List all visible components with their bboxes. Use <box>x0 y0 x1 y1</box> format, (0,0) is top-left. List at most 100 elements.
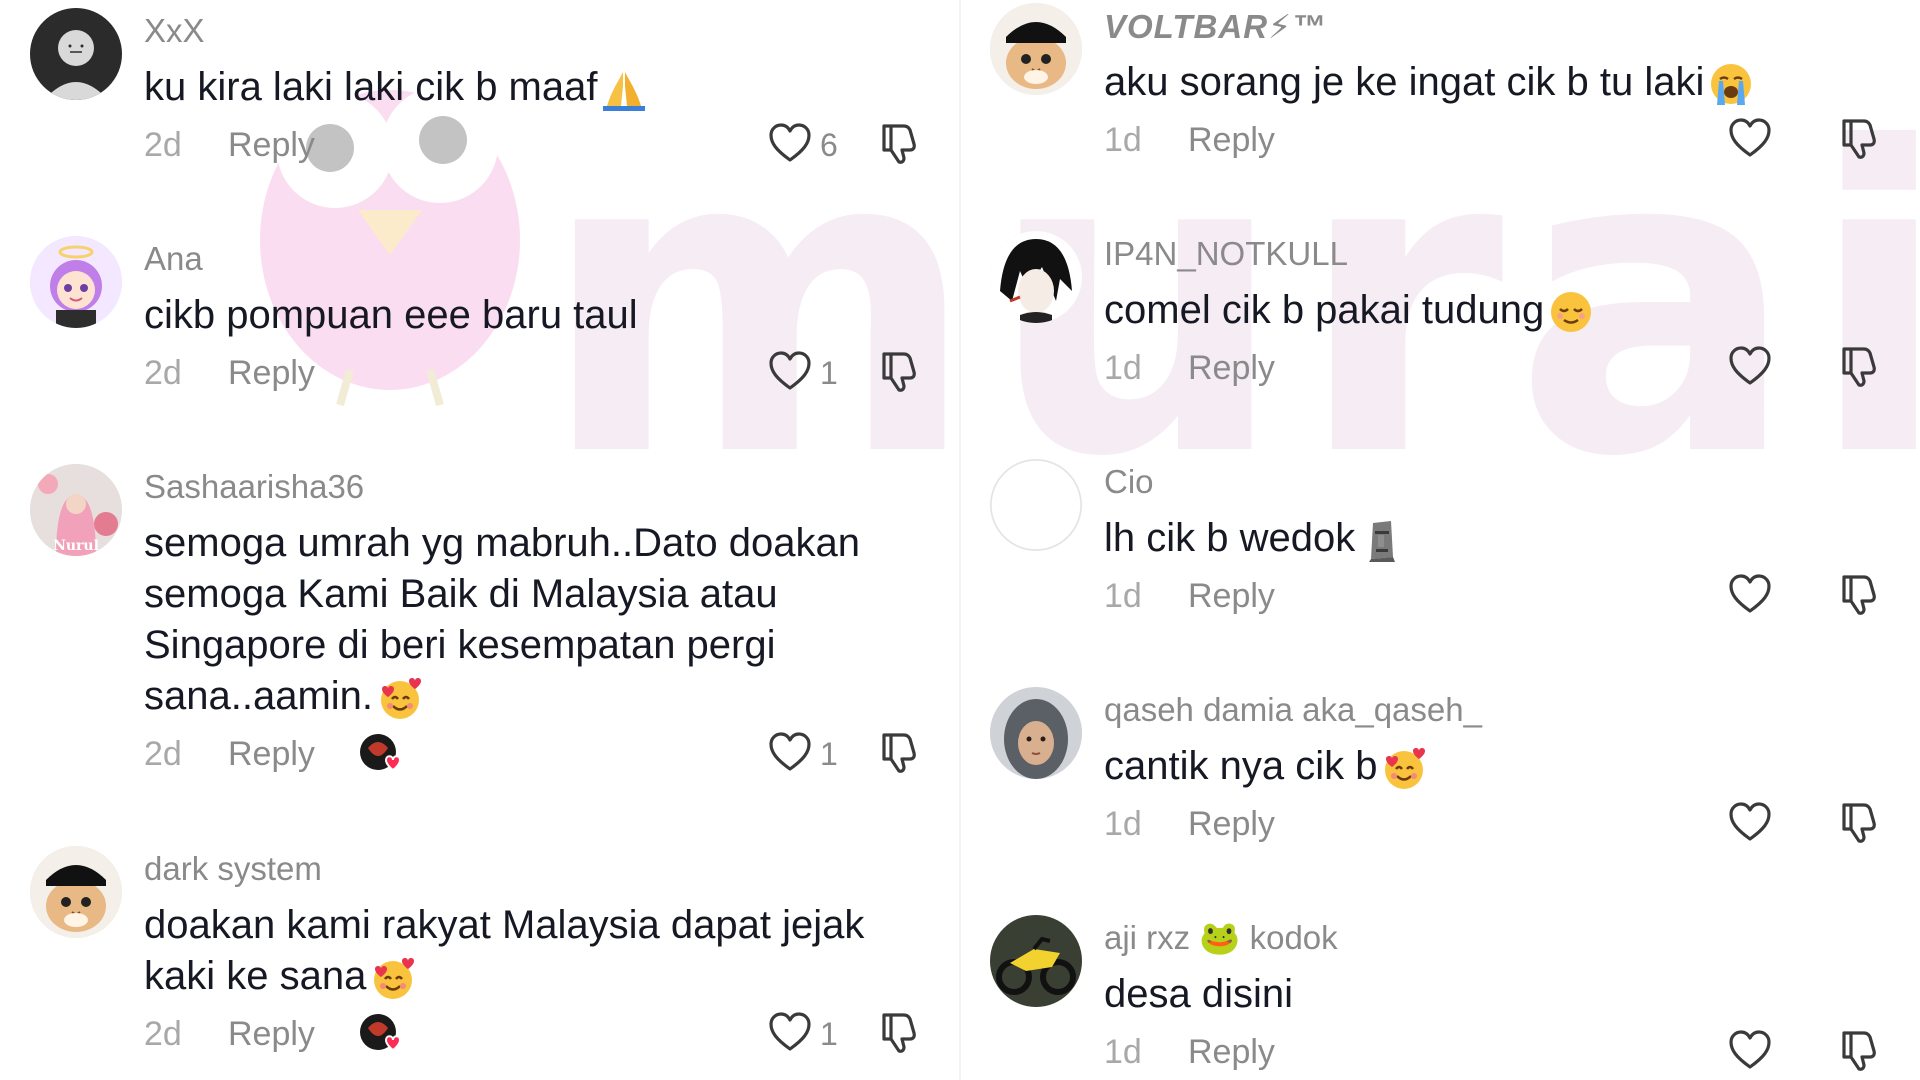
comment-username[interactable]: Sashaarisha36 <box>144 468 364 506</box>
heart-icon <box>1728 1029 1772 1075</box>
right-comment-column: VOLTBAR⚡™ aku sorang je ke ingat cik b tu… <box>960 0 1920 1080</box>
comment-date: 1d <box>1104 804 1142 843</box>
comment-date: 2d <box>144 125 182 164</box>
like-count: 1 <box>820 735 838 772</box>
like-button[interactable] <box>1728 571 1800 621</box>
dislike-button[interactable] <box>1836 115 1880 165</box>
heart-icon <box>1728 573 1772 619</box>
comment-text-content: comel cik b pakai tudung <box>1104 288 1545 332</box>
reply-button[interactable]: Reply <box>1188 805 1275 844</box>
anime-girl-avatar[interactable] <box>30 236 122 328</box>
reply-button[interactable]: Reply <box>1188 121 1275 160</box>
comment-text: semoga umrah yg mabruh..Dato doakan semo… <box>144 518 904 722</box>
thumbs-down-icon <box>1838 117 1878 164</box>
dislike-button[interactable] <box>1836 799 1880 849</box>
comment-date: 2d <box>144 734 182 773</box>
hijab-avatar[interactable]: Nurul <box>30 464 122 556</box>
reply-button[interactable]: Reply <box>1188 1033 1275 1072</box>
thumbs-down-icon <box>878 350 918 397</box>
comment-text: cantik nya cik b <box>1104 741 1864 792</box>
comment-date: 1d <box>1104 348 1142 387</box>
comment-meta: 1d Reply <box>1104 1027 1275 1077</box>
girl-photo-avatar[interactable] <box>990 687 1082 779</box>
relieved-face-icon <box>1548 289 1594 335</box>
comment-meta: 2d Reply <box>144 348 315 398</box>
comment-username[interactable]: qaseh damia aka_qaseh_ <box>1104 691 1482 729</box>
comment-text: aku sorang je ke ingat cik b tu laki <box>1104 57 1864 108</box>
like-button[interactable] <box>1728 343 1800 393</box>
like-button[interactable] <box>1728 799 1800 849</box>
comment-text-content: cantik nya cik b <box>1104 744 1378 788</box>
comment-meta: 1d Reply <box>1104 799 1275 849</box>
reply-button[interactable]: Reply <box>1188 349 1275 388</box>
dislike-button[interactable] <box>1836 571 1880 621</box>
creator-liked-icon <box>358 730 406 778</box>
comments-screen: murai XxX ku kira laki laki cik b maaf 2d R… <box>0 0 1920 1080</box>
thumbs-down-icon <box>878 1011 918 1058</box>
comment-date: 2d <box>144 353 182 392</box>
cat-avatar[interactable] <box>30 846 122 938</box>
left-comment-column: XxX ku kira laki laki cik b maaf 2d Reply 6 A… <box>0 0 960 1080</box>
comment-text: doakan kami rakyat Malaysia dapat jejak … <box>144 900 904 1002</box>
motorcycle-avatar[interactable] <box>990 915 1082 1007</box>
comment-text-content: cikb pompuan eee baru taul <box>144 293 638 337</box>
heart-icon <box>768 122 812 168</box>
thumbs-down-icon <box>878 731 918 778</box>
reply-button[interactable]: Reply <box>228 354 315 393</box>
like-button[interactable] <box>1728 115 1800 165</box>
like-button[interactable]: 6 <box>768 120 840 170</box>
comment-text-content: ku kira laki laki cik b maaf <box>144 65 598 109</box>
thumbs-down-icon <box>1838 1029 1878 1076</box>
comment-username[interactable]: IP4N_NOTKULL <box>1104 235 1348 273</box>
like-count: 1 <box>820 354 838 391</box>
like-button[interactable]: 1 <box>768 729 840 779</box>
blank-avatar[interactable] <box>990 459 1082 551</box>
anime-boy-avatar[interactable] <box>990 231 1082 323</box>
loudly-crying-face-icon <box>1708 61 1754 107</box>
comment-date: 1d <box>1104 576 1142 615</box>
thumbs-down-icon <box>1838 573 1878 620</box>
reply-button[interactable]: Reply <box>228 126 315 165</box>
like-count: 6 <box>820 126 838 163</box>
thumbs-down-icon <box>1838 345 1878 392</box>
comment-username[interactable]: XxX <box>144 12 205 50</box>
reply-button[interactable]: Reply <box>228 735 315 774</box>
comment-text-content: doakan kami rakyat Malaysia dapat jejak … <box>144 903 865 998</box>
dislike-button[interactable] <box>876 729 920 779</box>
folded-hands-icon <box>601 66 647 112</box>
heart-icon <box>1728 801 1772 847</box>
comment-meta: 1d Reply <box>1104 571 1275 621</box>
comment-username[interactable]: aji rxz 🐸 kodok <box>1104 919 1338 958</box>
comment-text-content: semoga umrah yg mabruh..Dato doakan semo… <box>144 521 860 718</box>
comment-text: cikb pompuan eee baru taul <box>144 290 904 341</box>
like-button[interactable]: 1 <box>768 1009 840 1059</box>
comment-text-content: desa disini <box>1104 972 1294 1016</box>
comment-text-content: lh cik b wedok <box>1104 516 1356 560</box>
dislike-button[interactable] <box>876 348 920 398</box>
comment-username[interactable]: Ana <box>144 240 203 278</box>
comment-username[interactable]: VOLTBAR⚡™ <box>1104 7 1326 46</box>
comment-date: 1d <box>1104 1032 1142 1071</box>
like-button[interactable] <box>1728 1027 1800 1077</box>
like-button[interactable]: 1 <box>768 348 840 398</box>
reply-button[interactable]: Reply <box>1188 577 1275 616</box>
comment-text: comel cik b pakai tudung <box>1104 285 1864 336</box>
comment-meta: 2d Reply <box>144 1009 315 1059</box>
comment-text: ku kira laki laki cik b maaf <box>144 62 904 113</box>
dislike-button[interactable] <box>876 1009 920 1059</box>
default-avatar[interactable] <box>30 8 122 100</box>
comment-text: desa disini <box>1104 969 1864 1020</box>
smiling-face-with-hearts-icon <box>377 675 423 721</box>
dislike-button[interactable] <box>876 120 920 170</box>
reply-button[interactable]: Reply <box>228 1015 315 1054</box>
thumbs-down-icon <box>1838 801 1878 848</box>
thumbs-down-icon <box>878 122 918 169</box>
heart-icon <box>768 1011 812 1057</box>
comment-username[interactable]: dark system <box>144 850 322 888</box>
dislike-button[interactable] <box>1836 1027 1880 1077</box>
comment-username[interactable]: Cio <box>1104 463 1154 501</box>
like-count: 1 <box>820 1015 838 1052</box>
cat-avatar[interactable] <box>990 3 1082 95</box>
comment-date: 1d <box>1104 120 1142 159</box>
dislike-button[interactable] <box>1836 343 1880 393</box>
